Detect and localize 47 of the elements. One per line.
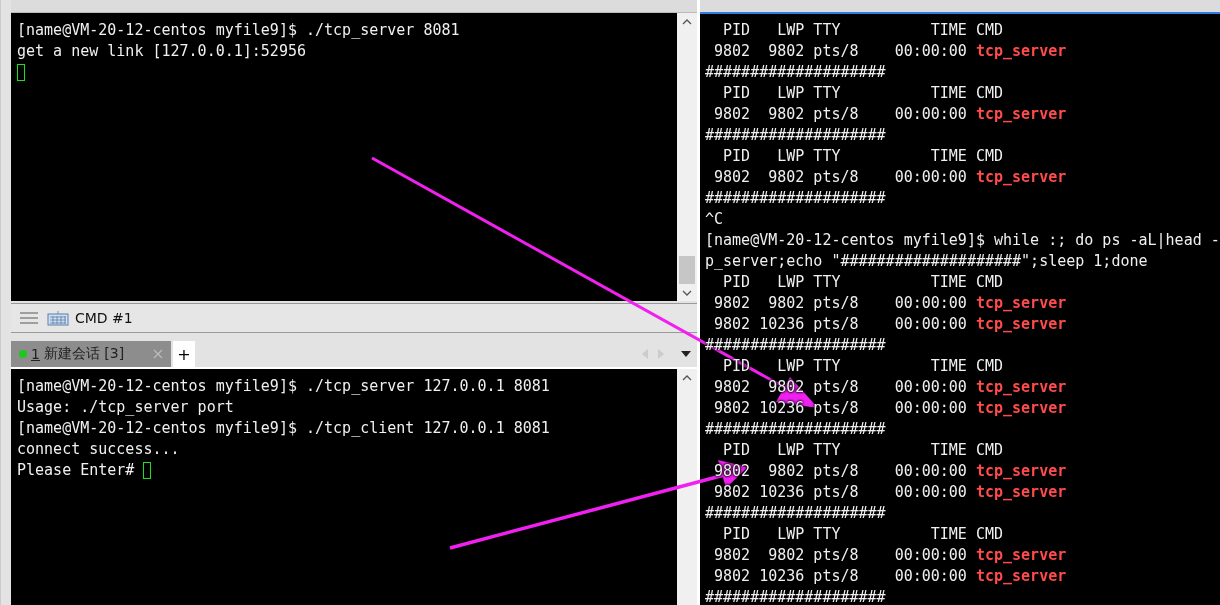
- terminal-line: Please Enter#: [17, 460, 136, 481]
- terminal-line: 9802 9802 pts/8 00:00:00 tcp_server: [713, 104, 1067, 125]
- scrollbar[interactable]: [677, 13, 697, 301]
- terminal-line: 9802 9802 pts/8 00:00:00 tcp_server: [713, 167, 1067, 188]
- terminal-line: [name@VM-20-12-centos myfile9]$ ./tcp_client 127.0.0.1 8081: [17, 418, 550, 439]
- terminal-line: PID LWP TTY TIME CMD: [722, 356, 1003, 377]
- terminal-line: 9802 9802 pts/8 00:00:00 tcp_server: [713, 293, 1067, 314]
- terminal-line: p_server;echo "####################";sleep 1;done: [705, 251, 1148, 272]
- terminal-line: 9802 10236 pts/8 00:00:00 tcp_server: [713, 398, 1067, 419]
- terminal-line: ####################: [705, 188, 886, 209]
- menu-icon[interactable]: [19, 311, 39, 325]
- terminal-line: 9802 9802 pts/8 00:00:00 tcp_server: [713, 41, 1067, 62]
- terminal-line: 9802 10236 pts/8 00:00:00 tcp_server: [713, 566, 1067, 587]
- session-tab[interactable]: 1 新建会话 [3]: [11, 341, 171, 367]
- terminal-line: 9802 10236 pts/8 00:00:00 tcp_server: [713, 482, 1067, 503]
- scroll-down-icon[interactable]: [682, 290, 692, 296]
- terminal-line: PID LWP TTY TIME CMD: [722, 146, 1003, 167]
- terminal-line: 9802 9802 pts/8 00:00:00 tcp_server: [713, 545, 1067, 566]
- terminal-line: ####################: [705, 587, 886, 605]
- scroll-up-icon[interactable]: [682, 19, 692, 25]
- terminal-line: ####################: [705, 419, 886, 440]
- terminal-line: Usage: ./tcp_server port: [17, 397, 234, 418]
- terminal-line: connect success...: [17, 439, 180, 460]
- terminal-line: PID LWP TTY TIME CMD: [722, 440, 1003, 461]
- terminal-line: PID LWP TTY TIME CMD: [722, 83, 1003, 104]
- terminal-line: ####################: [705, 62, 886, 83]
- terminal-line: ####################: [705, 125, 886, 146]
- terminal-line: PID LWP TTY TIME CMD: [722, 272, 1003, 293]
- terminal-line: 9802 10236 pts/8 00:00:00 tcp_server: [713, 314, 1067, 335]
- dropdown-icon[interactable]: [681, 351, 691, 357]
- keyboard-icon: [47, 310, 69, 326]
- terminal-line: PID LWP TTY TIME CMD: [722, 20, 1003, 41]
- terminal-line: get a new link [127.0.0.1]:52956: [17, 41, 306, 62]
- scrollbar-thumb[interactable]: [679, 256, 695, 284]
- tab-number: 1: [31, 346, 40, 362]
- close-icon[interactable]: [153, 349, 163, 359]
- terminal-line: ####################: [705, 503, 886, 524]
- terminal-line: [name@VM-20-12-centos myfile9]$ ./tcp_server 8081: [17, 20, 460, 41]
- scrollbar[interactable]: [677, 369, 697, 605]
- terminal-line: PID LWP TTY TIME CMD: [722, 524, 1003, 545]
- scroll-up-icon[interactable]: [682, 375, 692, 381]
- tab-title: 新建会话 [3]: [43, 345, 125, 363]
- command-bar-label: CMD #1: [75, 310, 133, 326]
- terminal-line: [name@VM-20-12-centos myfile9]$ while :; do ps -aL|head -: [705, 230, 1220, 251]
- terminal-line: ^C: [705, 209, 724, 230]
- add-tab-button[interactable]: +: [173, 341, 195, 367]
- terminal-line: [name@VM-20-12-centos myfile9]$ ./tcp_server 127.0.0.1 8081: [17, 376, 550, 397]
